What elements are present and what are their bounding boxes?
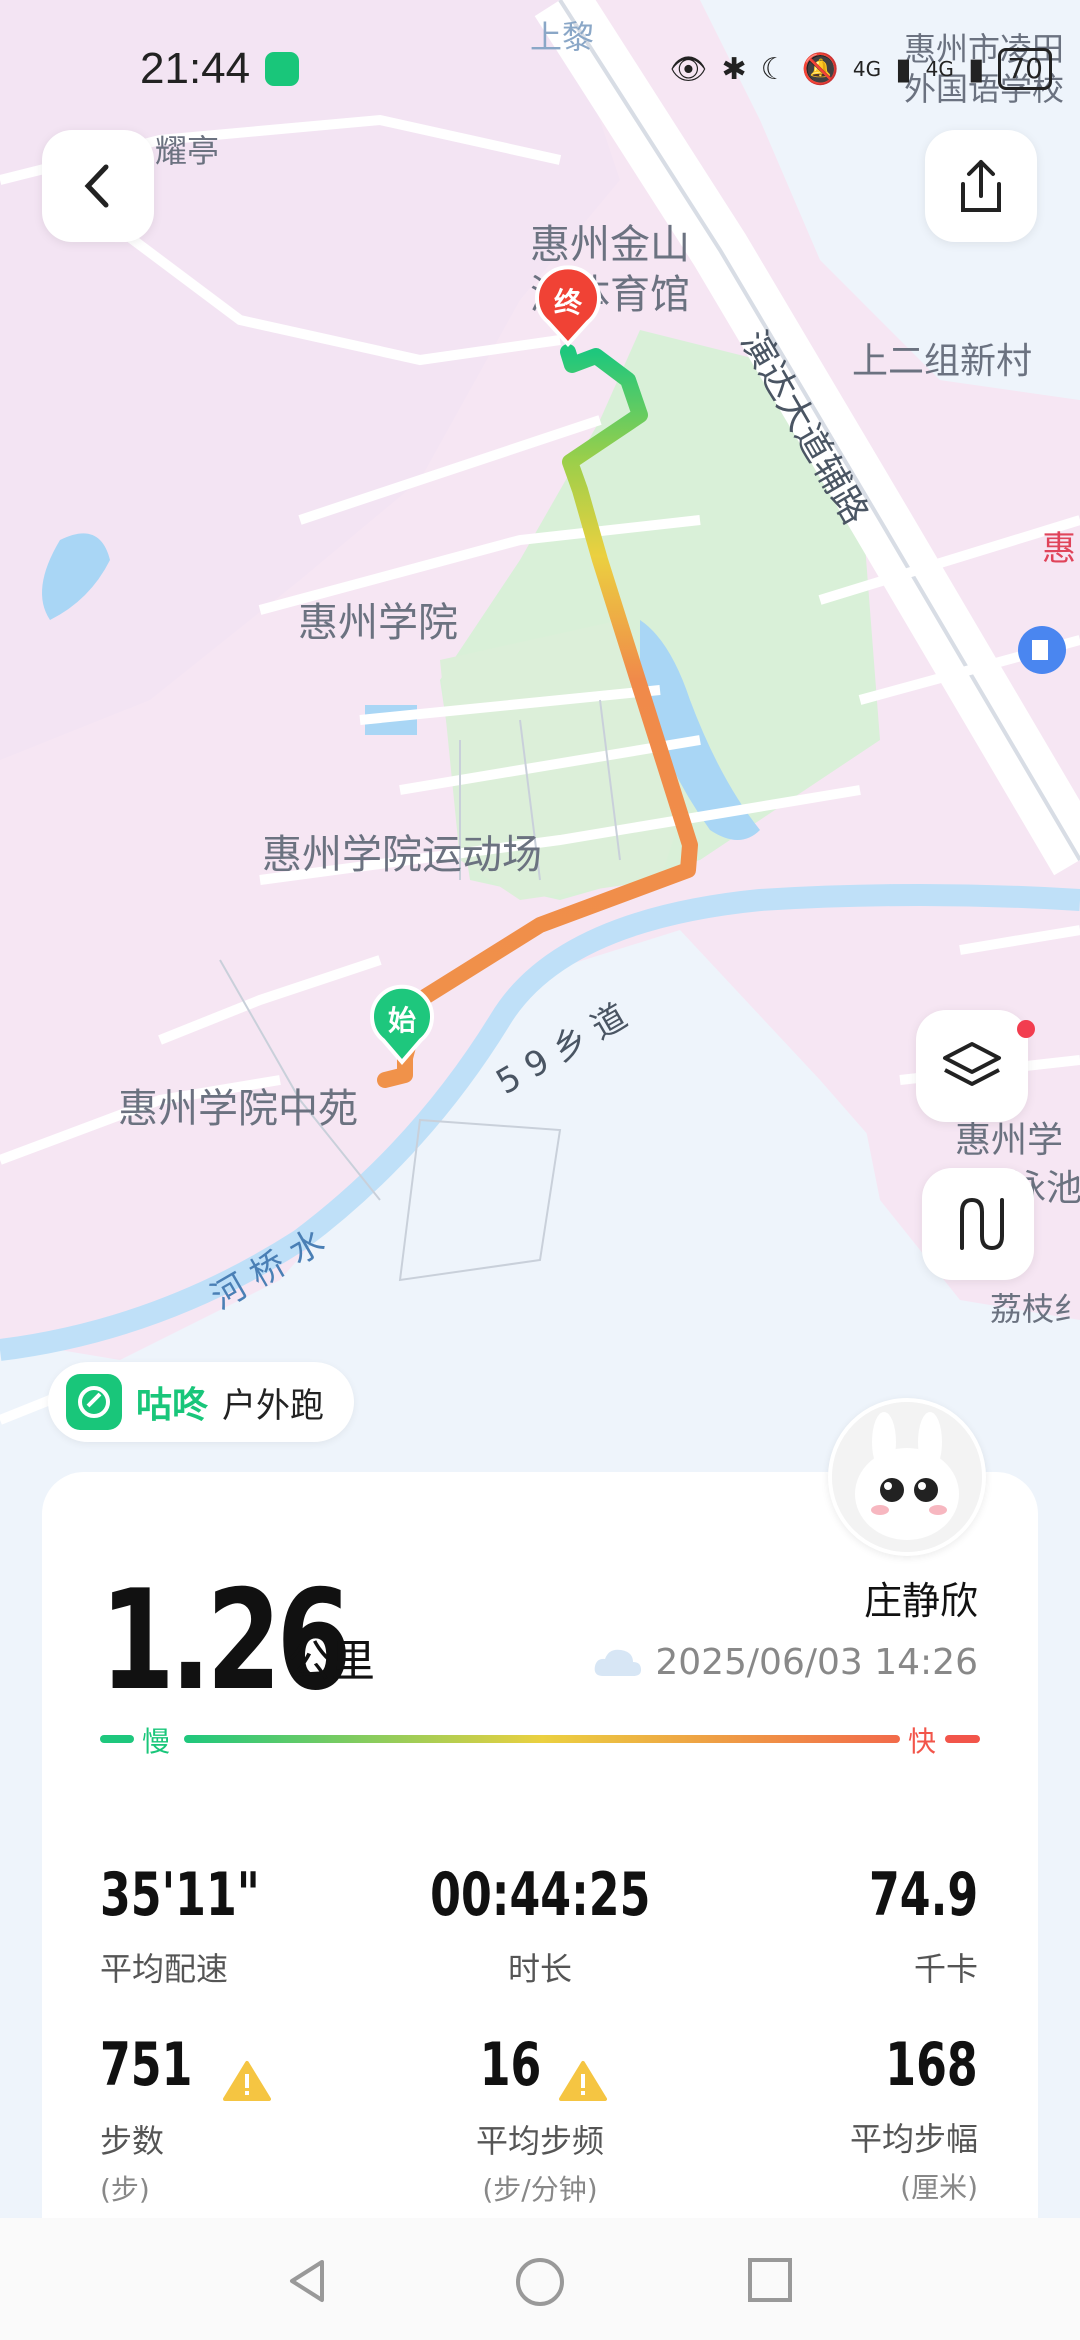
- map-label: 惠州金山: [530, 222, 690, 268]
- app-name: 咕咚: [136, 1385, 209, 1426]
- map-layers-button[interactable]: [916, 1010, 1028, 1122]
- stat-unit: (步/分钟): [482, 2172, 598, 2206]
- moon-icon: ☾: [760, 51, 788, 87]
- share-button[interactable]: [925, 130, 1037, 242]
- status-bar: 21:44 👁 ✱ ☾ 🔕 4G ▮ 4G ▮ 70: [0, 0, 1080, 130]
- nav-back-icon[interactable]: [282, 2256, 332, 2306]
- warning-icon[interactable]: [222, 2060, 271, 2102]
- stat-label: 平均步幅: [849, 2120, 978, 2158]
- signal-label: 4G: [925, 57, 954, 81]
- avatar[interactable]: [828, 1398, 986, 1556]
- status-icons: 👁 ✱ ☾ 🔕 4G ▮ 4G ▮ 70: [669, 48, 1052, 90]
- stat-value: 00:44:25: [429, 1860, 651, 1930]
- username: 庄静欣: [863, 1579, 978, 1623]
- stat-value: 35'11": [100, 1860, 260, 1930]
- app-tag: 咕咚 户外跑: [48, 1362, 355, 1442]
- stat-label: 平均步频: [475, 2121, 604, 2160]
- share-icon: [961, 160, 1001, 212]
- bluetooth-icon: ✱: [721, 51, 747, 87]
- warning-icon[interactable]: [558, 2060, 607, 2102]
- stat-value: 16: [480, 2030, 542, 2100]
- chevron-left-icon: [84, 164, 109, 208]
- stat-avg-pace: 35'11" 平均配速: [100, 1860, 295, 1990]
- gas-station-icon[interactable]: [1018, 626, 1066, 674]
- distance-unit: 公里: [287, 1636, 375, 1687]
- map-label: 耀亭: [155, 132, 219, 170]
- codoon-logo-icon: [66, 1374, 122, 1430]
- nav-home-icon[interactable]: [514, 2256, 566, 2308]
- stat-unit: (厘米): [900, 2171, 978, 2204]
- datetime-text: 2025/06/03 14:26: [655, 1642, 978, 1683]
- stat-label: 时长: [507, 1950, 572, 1988]
- map-label: 惠州学院中苑: [118, 1086, 358, 1132]
- stat-unit: (步): [100, 2172, 150, 2206]
- route-icon: [960, 1197, 1004, 1251]
- map-label: 惠州学院运动场: [262, 832, 542, 878]
- stat-value: 74.9: [868, 1860, 978, 1930]
- svg-text:终: 终: [554, 286, 583, 319]
- signal-icon: ▮: [967, 51, 985, 87]
- activity-datetime: 2025/06/03 14:26: [591, 1642, 978, 1683]
- nav-recents-icon[interactable]: [746, 2256, 794, 2304]
- signal-label: 4G: [852, 57, 882, 81]
- stat-label: 千卡: [913, 1950, 978, 1988]
- map-label: 荔枝纟: [990, 1290, 1080, 1328]
- stat-steps: 751 步数 (步): [100, 2030, 271, 2208]
- stat-value: 751: [100, 2030, 193, 2100]
- back-button[interactable]: [42, 130, 154, 242]
- layers-icon: [943, 1042, 1001, 1086]
- stat-label: 平均配速: [100, 1950, 229, 1988]
- speed-fast-label: 快: [908, 1725, 937, 1758]
- app-notification-icon: [265, 52, 299, 86]
- stat-label: 步数: [100, 2121, 165, 2160]
- map-label: 惠州学: [955, 1120, 1063, 1161]
- stat-calories: 74.9 千卡: [845, 1860, 978, 1990]
- speed-slow-label: 慢: [142, 1725, 171, 1758]
- avatar-image: [832, 1402, 982, 1552]
- svg-text:始: 始: [388, 1004, 416, 1037]
- stat-cadence: 16 平均步频 (步/分钟): [340, 2030, 740, 2208]
- map-label: 上二组新村: [852, 341, 1032, 382]
- battery-icon: 70: [998, 48, 1052, 90]
- map-label: 惠州学院: [298, 600, 458, 646]
- system-nav-bar: [0, 2218, 1080, 2340]
- eye-icon: 👁: [669, 51, 708, 87]
- notification-dot: [1017, 1020, 1035, 1038]
- signal-icon: ▮: [895, 51, 912, 87]
- stat-stride: 168 平均步幅 (厘米): [850, 2030, 978, 2206]
- speed-legend-bar: [100, 1735, 980, 1743]
- map-label: 惠: [1042, 529, 1076, 569]
- status-time: 21:44: [140, 44, 251, 93]
- activity-type: 户外跑: [222, 1385, 325, 1426]
- route-replay-button[interactable]: [922, 1168, 1034, 1280]
- stat-value: 168: [885, 2030, 978, 2100]
- mute-icon: 🔕: [801, 51, 839, 87]
- cloud-icon: [594, 1649, 642, 1676]
- stat-duration: 00:44:25 时长: [340, 1860, 740, 1990]
